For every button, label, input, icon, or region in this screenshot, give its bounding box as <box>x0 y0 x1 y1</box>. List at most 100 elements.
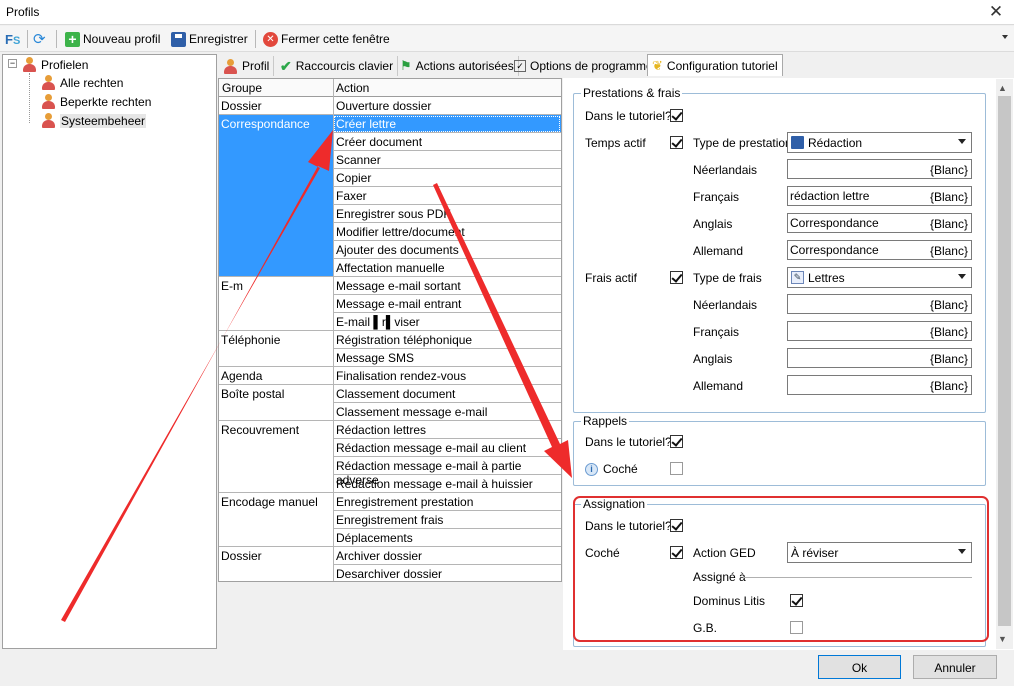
close-window-button[interactable]: ✕ Fermer cette fenêtre <box>263 30 390 48</box>
user-icon <box>41 75 56 90</box>
tree-item-alle-rechten[interactable]: Alle rechten <box>41 74 123 91</box>
action-cell[interactable]: Rédaction lettres <box>333 421 561 439</box>
fees-field-nl[interactable]: {Blanc} <box>787 294 972 314</box>
action-cell[interactable]: Classement document <box>333 385 561 403</box>
refresh-icon[interactable]: ⟳ <box>33 30 46 48</box>
fees-active-label: Frais actif <box>585 271 638 285</box>
group-cell[interactable]: Correspondance <box>219 115 333 277</box>
lang-label-nl: Néerlandais <box>693 298 758 312</box>
save-button[interactable]: Enregistrer <box>171 30 248 48</box>
blanc-button[interactable]: {Blanc} <box>930 379 968 393</box>
action-cell[interactable]: Créer document <box>333 133 561 151</box>
new-profile-button[interactable]: + Nouveau profil <box>65 30 160 48</box>
group-cell[interactable]: Dossier <box>219 547 333 581</box>
tab-actions[interactable]: ⚑ Actions autorisées <box>396 56 519 76</box>
fs-icon[interactable]: FS <box>5 30 20 48</box>
toolbar: FS ⟳ + Nouveau profil Enregistrer ✕ Ferm… <box>0 26 1014 52</box>
blanc-button[interactable]: {Blanc} <box>930 244 968 258</box>
plus-icon: + <box>65 31 80 47</box>
field-value: rédaction lettre <box>790 189 870 203</box>
action-cell[interactable]: Classement message e-mail <box>333 403 561 421</box>
dialog-footer: Ok Annuler <box>0 651 1014 686</box>
time-field-fr[interactable]: rédaction lettre {Blanc} <box>787 186 972 206</box>
group-cell[interactable]: Boîte postal <box>219 385 333 421</box>
action-cell[interactable]: Message e-mail sortant <box>333 277 561 295</box>
group-cell[interactable]: Dossier <box>219 97 333 115</box>
action-cell[interactable]: Archiver dossier <box>333 547 561 565</box>
group-cell[interactable]: Recouvrement <box>219 421 333 493</box>
profile-tree[interactable]: − Profielen Alle rechten Beperkte rechte… <box>2 54 217 649</box>
tree-item-systeembeheer[interactable]: Systeembeheer <box>41 112 147 129</box>
time-field-nl[interactable]: {Blanc} <box>787 159 972 179</box>
action-cell[interactable]: Faxer <box>333 187 561 205</box>
action-cell[interactable]: Modifier lettre/document <box>333 223 561 241</box>
time-active-checkbox[interactable] <box>670 136 683 149</box>
fees-field-de[interactable]: {Blanc} <box>787 375 972 395</box>
blanc-button[interactable]: {Blanc} <box>930 352 968 366</box>
column-header-action[interactable]: Action <box>336 81 369 95</box>
type-frais-select[interactable]: ✎ Lettres <box>787 267 972 288</box>
type-prestation-select[interactable]: Rédaction <box>787 132 972 153</box>
blanc-button[interactable]: {Blanc} <box>930 163 968 177</box>
group-cell[interactable]: Téléphonie <box>219 331 333 367</box>
blanc-button[interactable]: {Blanc} <box>930 298 968 312</box>
fees-field-fr[interactable]: {Blanc} <box>787 321 972 341</box>
action-cell[interactable]: Créer lettre <box>333 115 561 133</box>
action-cell[interactable]: Déplacements <box>333 529 561 547</box>
action-cell[interactable]: E-mail ▌r▌viser <box>333 313 561 331</box>
action-cell[interactable]: Régistration téléphonique <box>333 331 561 349</box>
group-cell[interactable]: Agenda <box>219 367 333 385</box>
lang-label-nl: Néerlandais <box>693 163 758 177</box>
action-cell[interactable]: Rédaction message e-mail au client <box>333 439 561 457</box>
tree-item-beperkte-rechten[interactable]: Beperkte rechten <box>41 93 151 110</box>
cancel-button[interactable]: Annuler <box>913 655 997 679</box>
action-cell[interactable]: Copier <box>333 169 561 187</box>
time-field-en[interactable]: Correspondance {Blanc} <box>787 213 972 233</box>
tab-configuration-tutoriel[interactable]: ❦ Configuration tutoriel <box>647 54 783 76</box>
tree-root[interactable]: Profielen <box>22 56 88 73</box>
tab-label: Raccourcis clavier <box>295 59 394 73</box>
scroll-thumb[interactable] <box>998 96 1011 626</box>
group-cell[interactable]: E-m <box>219 277 333 331</box>
action-cell[interactable]: Ajouter des documents <box>333 241 561 259</box>
action-cell[interactable]: Desarchiver dossier <box>333 565 561 581</box>
fees-field-en[interactable]: {Blanc} <box>787 348 972 368</box>
action-cell[interactable]: Affectation manuelle <box>333 259 561 277</box>
time-field-de[interactable]: Correspondance {Blanc} <box>787 240 972 260</box>
tab-profil[interactable]: Profil <box>219 56 275 76</box>
in-tutorial-checkbox[interactable] <box>670 109 683 122</box>
action-cell[interactable]: Rédaction message e-mail à huissier <box>333 475 561 493</box>
action-cell[interactable]: Rédaction message e-mail à partie advers… <box>333 457 561 487</box>
chevron-down-icon[interactable] <box>958 139 966 144</box>
rappels-checked-checkbox[interactable] <box>670 462 683 475</box>
grid-header: Groupe Action <box>219 79 561 97</box>
ok-button[interactable]: Ok <box>818 655 901 679</box>
tree-item-label: Systeembeheer <box>60 113 147 128</box>
tab-options[interactable]: ✓ Options de programme <box>510 56 658 76</box>
close-icon[interactable]: ✕ <box>988 2 1004 22</box>
blanc-button[interactable]: {Blanc} <box>930 325 968 339</box>
column-header-group[interactable]: Groupe <box>222 81 262 95</box>
blanc-button[interactable]: {Blanc} <box>930 217 968 231</box>
scroll-down-icon[interactable]: ▼ <box>998 634 1007 644</box>
action-cell[interactable]: Ouverture dossier <box>333 97 561 115</box>
blanc-button[interactable]: {Blanc} <box>930 190 968 204</box>
prestations-title: Prestations & frais <box>581 86 683 100</box>
collapse-icon[interactable]: − <box>8 59 17 68</box>
action-cell[interactable]: Enregistrement prestation <box>333 493 561 511</box>
scroll-up-icon[interactable]: ▲ <box>998 83 1007 93</box>
action-cell[interactable]: Finalisation rendez-vous <box>333 367 561 385</box>
group-cell[interactable]: Encodage manuel <box>219 493 333 547</box>
action-cell[interactable]: Enregistrement frais <box>333 511 561 529</box>
actions-grid[interactable]: Groupe Action Dossier Ouverture dossier Co… <box>218 78 562 582</box>
tab-raccourcis[interactable]: ✔ Raccourcis clavier <box>276 56 399 76</box>
vertical-scrollbar[interactable]: ▲ ▼ <box>996 79 1013 649</box>
chevron-down-icon[interactable] <box>958 274 966 279</box>
action-cell[interactable]: Scanner <box>333 151 561 169</box>
action-cell[interactable]: Enregistrer sous PDF <box>333 205 561 223</box>
fees-active-checkbox[interactable] <box>670 271 683 284</box>
rappels-in-tutorial-checkbox[interactable] <box>670 435 683 448</box>
overflow-icon[interactable] <box>1002 35 1008 39</box>
action-cell[interactable]: Message SMS <box>333 349 561 367</box>
action-cell[interactable]: Message e-mail entrant <box>333 295 561 313</box>
